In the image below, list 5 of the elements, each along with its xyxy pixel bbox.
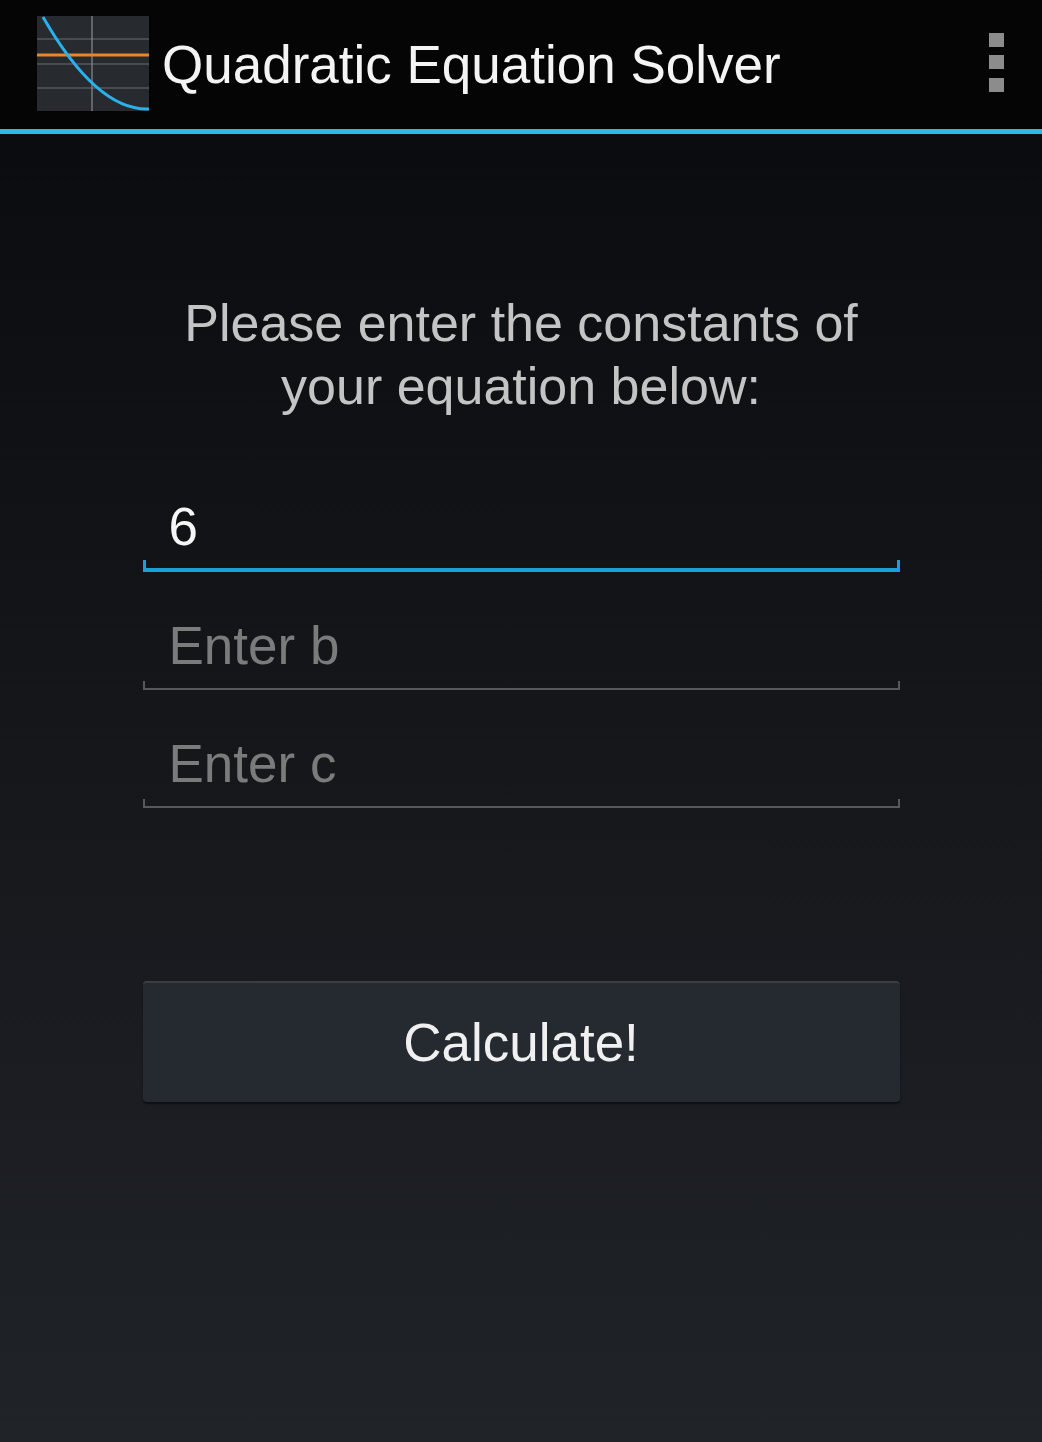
app-title: Quadratic Equation Solver — [162, 34, 782, 95]
instruction-text: Please enter the constants of your equation below: — [183, 293, 859, 417]
graph-icon — [37, 16, 149, 111]
calculate-button[interactable]: Calculate! — [142, 981, 900, 1102]
overflow-menu-icon[interactable] — [989, 33, 1004, 92]
